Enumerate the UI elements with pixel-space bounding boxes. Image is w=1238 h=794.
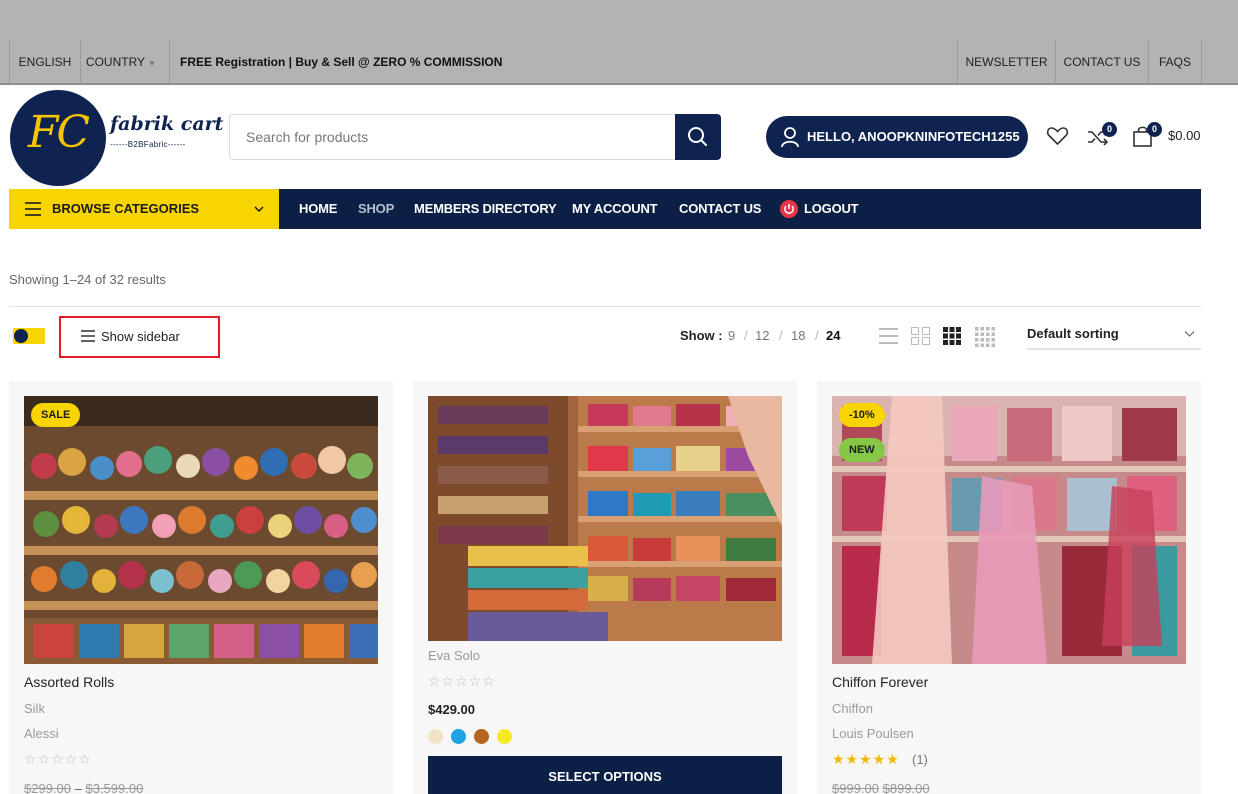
product-price: $299.00 – $3,599.00 bbox=[24, 781, 143, 794]
price-old: $999.00 bbox=[832, 781, 879, 794]
logo-tagline: ------B2BFabric------ bbox=[110, 140, 186, 149]
power-icon bbox=[780, 200, 798, 218]
product-card: SALE Assorted Rolls Silk Alessi ☆☆☆☆☆ $2… bbox=[9, 381, 393, 794]
star-rating: ☆☆☆☆☆ bbox=[24, 751, 92, 767]
product-image[interactable] bbox=[832, 396, 1186, 664]
menu-icon bbox=[81, 330, 95, 342]
grid-3-icon[interactable] bbox=[943, 327, 961, 345]
nav-logout-label: LOGOUT bbox=[804, 201, 859, 216]
grid-4-icon[interactable] bbox=[975, 327, 995, 347]
user-icon bbox=[781, 127, 799, 148]
language-selector[interactable]: ENGLISH bbox=[10, 40, 80, 84]
review-count[interactable]: (1) bbox=[912, 752, 928, 767]
sorting-select[interactable]: Default sorting bbox=[1027, 321, 1201, 350]
compare-count-badge: 0 bbox=[1102, 122, 1117, 137]
divider bbox=[1201, 40, 1202, 84]
product-card: -10% NEW Chiffon Forever Chiffon Louis P… bbox=[817, 381, 1201, 794]
per-page-separator: / bbox=[815, 328, 819, 343]
account-greeting: HELLO, ANOOPKNINFOTECH1255 bbox=[807, 129, 1020, 144]
chevron-down-icon: ▼ bbox=[148, 59, 157, 68]
main-navigation: BROWSE CATEGORIES HOME SHOP MEMBERS DIRE… bbox=[0, 189, 1238, 229]
faqs-link[interactable]: FAQS bbox=[1149, 40, 1201, 84]
sorting-value: Default sorting bbox=[1027, 326, 1119, 341]
newsletter-link[interactable]: NEWSLETTER bbox=[958, 40, 1055, 84]
product-image[interactable] bbox=[428, 396, 782, 641]
star-rating: ★★★★★ bbox=[832, 751, 900, 767]
site-header: FC fabrik cart ------B2BFabric------ HEL… bbox=[0, 85, 1238, 189]
new-badge: NEW bbox=[839, 438, 885, 462]
logo-name: fabrik cart bbox=[110, 113, 224, 135]
show-sidebar-label: Show sidebar bbox=[101, 329, 180, 344]
price-current: $3,599.00 bbox=[85, 781, 144, 794]
nav-shop[interactable]: SHOP bbox=[358, 189, 394, 229]
per-page-12[interactable]: 12 bbox=[755, 328, 769, 343]
per-page-separator: / bbox=[744, 328, 748, 343]
promo-text: FREE Registration | Buy & Sell @ ZERO % … bbox=[180, 55, 503, 69]
product-title[interactable]: Assorted Rolls bbox=[24, 674, 114, 690]
price-range-dash: – bbox=[74, 781, 82, 794]
color-swatch[interactable] bbox=[474, 729, 489, 744]
nav-members-directory[interactable]: MEMBERS DIRECTORY bbox=[414, 189, 557, 229]
product-brand[interactable]: Alessi bbox=[24, 726, 59, 741]
nav-bar: HOME SHOP MEMBERS DIRECTORY MY ACCOUNT C… bbox=[279, 189, 1201, 229]
per-page-separator: / bbox=[779, 328, 783, 343]
star-rating: ☆☆☆☆☆ bbox=[428, 673, 496, 689]
list-view-icon[interactable] bbox=[879, 327, 898, 345]
product-price: $429.00 bbox=[428, 702, 475, 717]
per-page-9[interactable]: 9 bbox=[728, 328, 735, 343]
cart-count-badge: 0 bbox=[1147, 122, 1162, 137]
product-category[interactable]: Silk bbox=[24, 701, 45, 716]
per-page-24[interactable]: 24 bbox=[826, 328, 840, 343]
per-page-label: Show : bbox=[680, 328, 723, 343]
select-options-button[interactable]: SELECT OPTIONS bbox=[428, 756, 782, 794]
product-brand[interactable]: Louis Poulsen bbox=[832, 726, 914, 741]
heart-icon[interactable] bbox=[1046, 125, 1069, 147]
logo-initials: FC bbox=[27, 107, 90, 158]
browse-categories-button[interactable]: BROWSE CATEGORIES bbox=[9, 189, 279, 229]
top-bar: ENGLISH COUNTRY ▼ FREE Registration | Bu… bbox=[0, 40, 1238, 84]
per-page-18[interactable]: 18 bbox=[791, 328, 805, 343]
discount-badge: -10% bbox=[839, 403, 885, 427]
nav-contact-us[interactable]: CONTACT US bbox=[679, 189, 761, 229]
product-card: Eva Solo ☆☆☆☆☆ $429.00 SELECT OPTIONS bbox=[413, 381, 797, 794]
cart-total: $0.00 bbox=[1168, 128, 1201, 143]
menu-icon bbox=[25, 202, 41, 216]
account-button[interactable]: HELLO, ANOOPKNINFOTECH1255 bbox=[766, 116, 1028, 158]
divider bbox=[9, 306, 1201, 307]
sale-badge: SALE bbox=[31, 403, 81, 427]
product-brand[interactable]: Eva Solo bbox=[428, 648, 480, 663]
product-category[interactable]: Chiffon bbox=[832, 701, 873, 716]
price-current: $899.00 bbox=[882, 781, 930, 794]
chevron-down-icon bbox=[1184, 331, 1195, 337]
search-button[interactable] bbox=[675, 114, 721, 160]
grid-2-icon[interactable] bbox=[911, 327, 930, 345]
color-swatch[interactable] bbox=[451, 729, 466, 744]
color-swatch[interactable] bbox=[428, 729, 443, 744]
search-bar bbox=[229, 114, 721, 160]
results-count: Showing 1–24 of 32 results bbox=[9, 272, 166, 287]
divider bbox=[169, 40, 170, 84]
price-old: $299.00 bbox=[24, 781, 71, 794]
mini-logo bbox=[13, 328, 45, 344]
country-label: COUNTRY bbox=[85, 55, 145, 69]
contact-us-link[interactable]: CONTACT US bbox=[1056, 40, 1148, 84]
price-current: $429.00 bbox=[428, 702, 475, 717]
show-sidebar-button[interactable]: Show sidebar bbox=[59, 316, 220, 358]
search-icon bbox=[688, 127, 707, 146]
nav-my-account[interactable]: MY ACCOUNT bbox=[572, 189, 658, 229]
search-input[interactable] bbox=[230, 115, 676, 159]
chevron-down-icon bbox=[254, 206, 264, 213]
color-swatch[interactable] bbox=[497, 729, 512, 744]
country-selector[interactable]: COUNTRY ▼ bbox=[81, 40, 161, 84]
product-image[interactable] bbox=[24, 396, 378, 664]
product-title[interactable]: Chiffon Forever bbox=[832, 674, 928, 690]
browse-categories-label: BROWSE CATEGORIES bbox=[52, 201, 200, 216]
product-price: $999.00 $899.00 bbox=[832, 781, 930, 794]
nav-home[interactable]: HOME bbox=[299, 189, 337, 229]
